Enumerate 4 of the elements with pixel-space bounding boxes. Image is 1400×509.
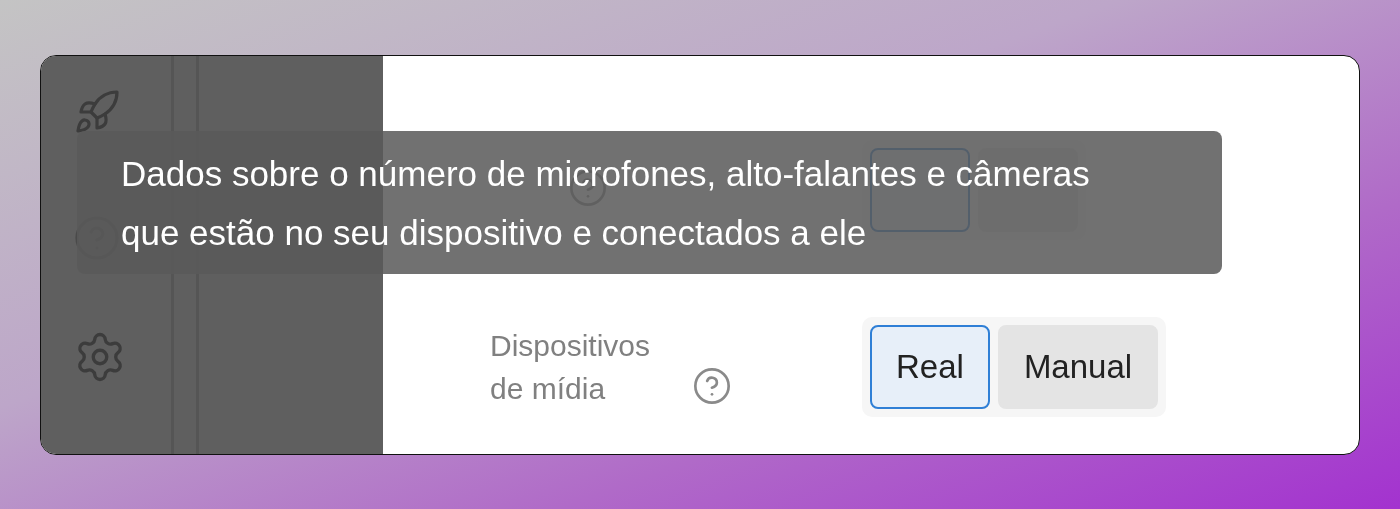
option-button[interactable]: Real — [870, 325, 990, 409]
option-button[interactable]: Manual — [997, 325, 1159, 409]
tooltip-text: Dados sobre o número de microfones, alto-falantes e câmeras que estão no seu dispositivo e conectados a ele — [121, 153, 1091, 254]
setting-label: Dispositivos de mídia — [490, 327, 652, 407]
